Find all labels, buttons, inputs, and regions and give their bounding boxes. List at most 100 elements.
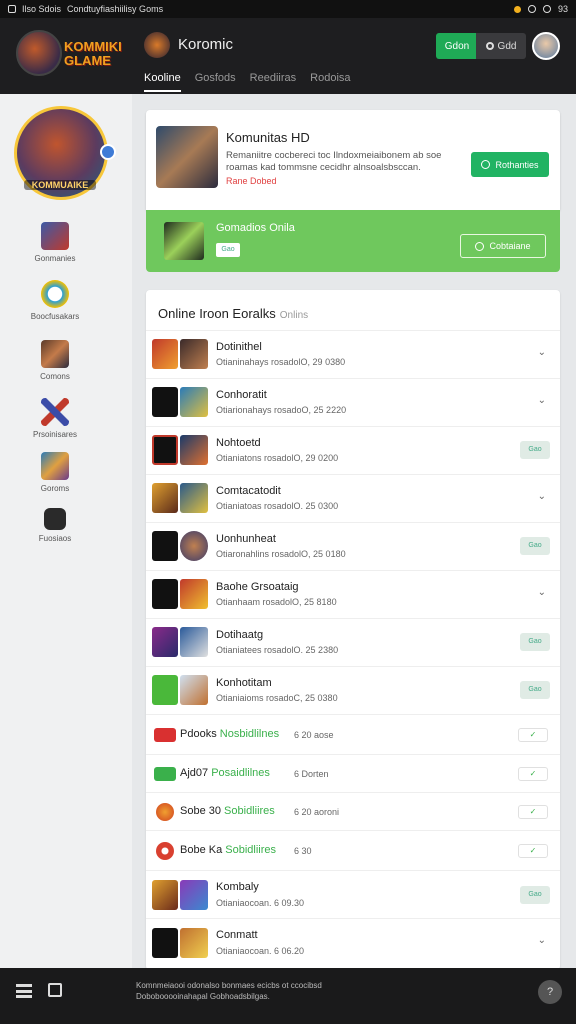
tournament-highlight: Sobidliires: [224, 805, 275, 817]
sidebar-item-goroms[interactable]: Goroms: [0, 452, 110, 493]
green-banner: Gomadios Onila Gao Cobtaiane: [146, 210, 560, 272]
featured-image: [156, 126, 218, 188]
banner-button[interactable]: Cobtaiane: [460, 234, 546, 258]
youtube-icon: [154, 728, 176, 742]
sidebar-item-boocfusakars[interactable]: Boocfusakars: [0, 280, 110, 321]
app-logo[interactable]: [16, 30, 62, 76]
sidebar-item-label: Fuosiaos: [38, 534, 72, 543]
list-item[interactable]: Conmatt Otianiaocoan. 6 06.20 ⌄: [146, 918, 560, 966]
user-avatar[interactable]: [532, 32, 560, 60]
tournament-item[interactable]: Sobe 30 Sobidliires 6 20 aoroni ✓: [146, 792, 560, 830]
edit-icon[interactable]: [48, 983, 62, 997]
chevron-down-icon[interactable]: ⌄: [538, 935, 546, 946]
tournament-meta: 6 Dorten: [294, 769, 329, 779]
sidebar-item-label: Boocfusakars: [30, 312, 80, 321]
row-meta: Otianinahays rosadolO, 29 0380: [216, 357, 346, 367]
banner-title: Gomadios Onila: [216, 222, 295, 234]
user-thumbnail: [180, 675, 208, 705]
user-thumbnail: [180, 483, 208, 513]
logo-text: KOMMIKI GLAME: [64, 40, 122, 68]
tab-rodoisa[interactable]: Rodoisa: [310, 72, 350, 92]
user-thumbnail: [180, 880, 208, 910]
battery-saver-icon: [513, 5, 521, 13]
tournament-item[interactable]: Pdooks Nosbidlilnes 6 20 aose ✓: [146, 714, 560, 754]
header-green-button[interactable]: Gdon: [436, 33, 478, 59]
join-pill-button[interactable]: Gao: [520, 886, 550, 904]
sidebar-item-label: Goroms: [40, 484, 70, 493]
list-item[interactable]: Nohtoetd Otianiatons rosadolO, 29 0200 G…: [146, 426, 560, 474]
sidebar-item-prsoinisares[interactable]: Prsoinisares: [0, 398, 110, 439]
help-icon[interactable]: ?: [538, 980, 562, 1004]
online-list-title: Online Iroon Eoralks Onlins: [158, 306, 308, 321]
row-name: Conhoratit: [216, 389, 267, 401]
fire-icon: [156, 803, 174, 821]
tournament-meta: 6 20 aoroni: [294, 807, 340, 817]
tournament-name: Bobe Ka Sobidliires: [180, 844, 276, 856]
sidebar-item-comons[interactable]: Comons: [0, 340, 110, 381]
signal-icon: [542, 5, 551, 13]
tab-kooline[interactable]: Kooline: [144, 72, 181, 92]
status-app-text: Condtuyfiashiilisy Goms: [67, 4, 164, 14]
join-pill-button[interactable]: Gao: [520, 681, 550, 699]
game-thumbnail: [152, 531, 178, 561]
game-thumbnail: [152, 928, 178, 958]
row-name: Baohe Grsoataig: [216, 581, 299, 593]
list-item[interactable]: Dotihaatg Otianiatees rosadolO. 25 2380 …: [146, 618, 560, 666]
list-item[interactable]: Conhoratit Otiarionahays rosadoO, 25 222…: [146, 378, 560, 426]
featured-action-button[interactable]: Rothanties: [471, 152, 549, 177]
tournament-title: Pdooks: [180, 728, 217, 740]
list-item[interactable]: Dotinithel Otianinahays rosadolO, 29 038…: [146, 330, 560, 378]
tab-reediiras[interactable]: Reediiras: [250, 72, 296, 92]
tournament-item[interactable]: Bobe Ka Sobidliires 6 30 ✓: [146, 830, 560, 870]
header-dark-button[interactable]: Gdd: [476, 33, 526, 59]
tournament-title: Bobe Ka: [180, 844, 223, 856]
tournament-item[interactable]: Ajd07 Posaidlilnes 6 Dorten ✓: [146, 754, 560, 792]
list-item[interactable]: Uonhunheat Otiaronahlins rosadolO, 25 01…: [146, 522, 560, 570]
sidebar-item-fuosiaos[interactable]: Fuosiaos: [0, 508, 110, 543]
check-icon[interactable]: ✓: [518, 844, 548, 858]
tab-gosfods[interactable]: Gosfods: [195, 72, 236, 92]
tournament-name: Pdooks Nosbidlilnes: [180, 728, 279, 740]
join-pill-button[interactable]: Gao: [520, 441, 550, 459]
check-icon[interactable]: ✓: [518, 728, 548, 742]
app-title: Koromic: [178, 36, 234, 53]
row-name: Dotihaatg: [216, 629, 264, 641]
user-thumbnail: [180, 435, 208, 465]
list-item[interactable]: Comtacatodit Otianiatoas rosadolO. 25 03…: [146, 474, 560, 522]
row-meta: Otianiatoas rosadolO. 25 0300: [216, 501, 339, 511]
join-pill-button[interactable]: Gao: [520, 633, 550, 651]
list-item[interactable]: Baohe Grsoataig Otianhaam rosadolO, 25 8…: [146, 570, 560, 618]
chevron-down-icon[interactable]: ⌄: [538, 347, 546, 358]
check-icon[interactable]: ✓: [518, 805, 548, 819]
sidebar-item-gonmanies[interactable]: Gonmanies: [0, 222, 110, 263]
row-meta: Otiarionahays rosadoO, 25 2220: [216, 405, 347, 415]
online-subtitle: Onlins: [279, 310, 309, 321]
featured-description: Remaniitre cocbereci toc Ilndoxmeiaibone…: [226, 150, 442, 173]
list-item[interactable]: Konhotitam Otianiaioms rosadoC, 25 0380 …: [146, 666, 560, 714]
list-item[interactable]: Kombaly Otianiaocoan. 6 09.30 Gao: [146, 870, 560, 918]
menu-icon[interactable]: [16, 984, 32, 998]
row-meta: Otianhaam rosadolO, 25 8180: [216, 597, 337, 607]
online-list: Online Iroon Eoralks Onlins Dotinithel Ot…: [146, 290, 560, 970]
user-thumbnail: [180, 627, 208, 657]
row-meta: Otiaronahlins rosadolO, 25 0180: [216, 549, 346, 559]
chevron-down-icon[interactable]: ⌄: [538, 395, 546, 406]
chevron-down-icon[interactable]: ⌄: [538, 491, 546, 502]
chevron-down-icon[interactable]: ⌄: [538, 587, 546, 598]
join-pill-button[interactable]: Gao: [520, 537, 550, 555]
sidebar: KOMMUAIKE Gonmanies Boocfusakars Comons …: [0, 94, 132, 968]
user-thumbnail: [180, 531, 208, 561]
check-icon[interactable]: ✓: [518, 767, 548, 781]
banner-button-label: Cobtaiane: [489, 241, 531, 251]
game-thumbnail: [152, 627, 178, 657]
row-name: Kombaly: [216, 881, 259, 893]
row-name: Konhotitam: [216, 677, 272, 689]
tournament-title: Sobe 30: [180, 805, 221, 817]
game-thumbnail: [152, 339, 178, 369]
row-meta: Otianiatees rosadolO. 25 2380: [216, 645, 339, 655]
battery-text: 93: [557, 4, 568, 14]
play-icon: [154, 767, 176, 781]
hero-icon: [41, 452, 69, 480]
row-name: Conmatt: [216, 929, 258, 941]
featured-tag: Rane Dobed: [226, 176, 277, 186]
